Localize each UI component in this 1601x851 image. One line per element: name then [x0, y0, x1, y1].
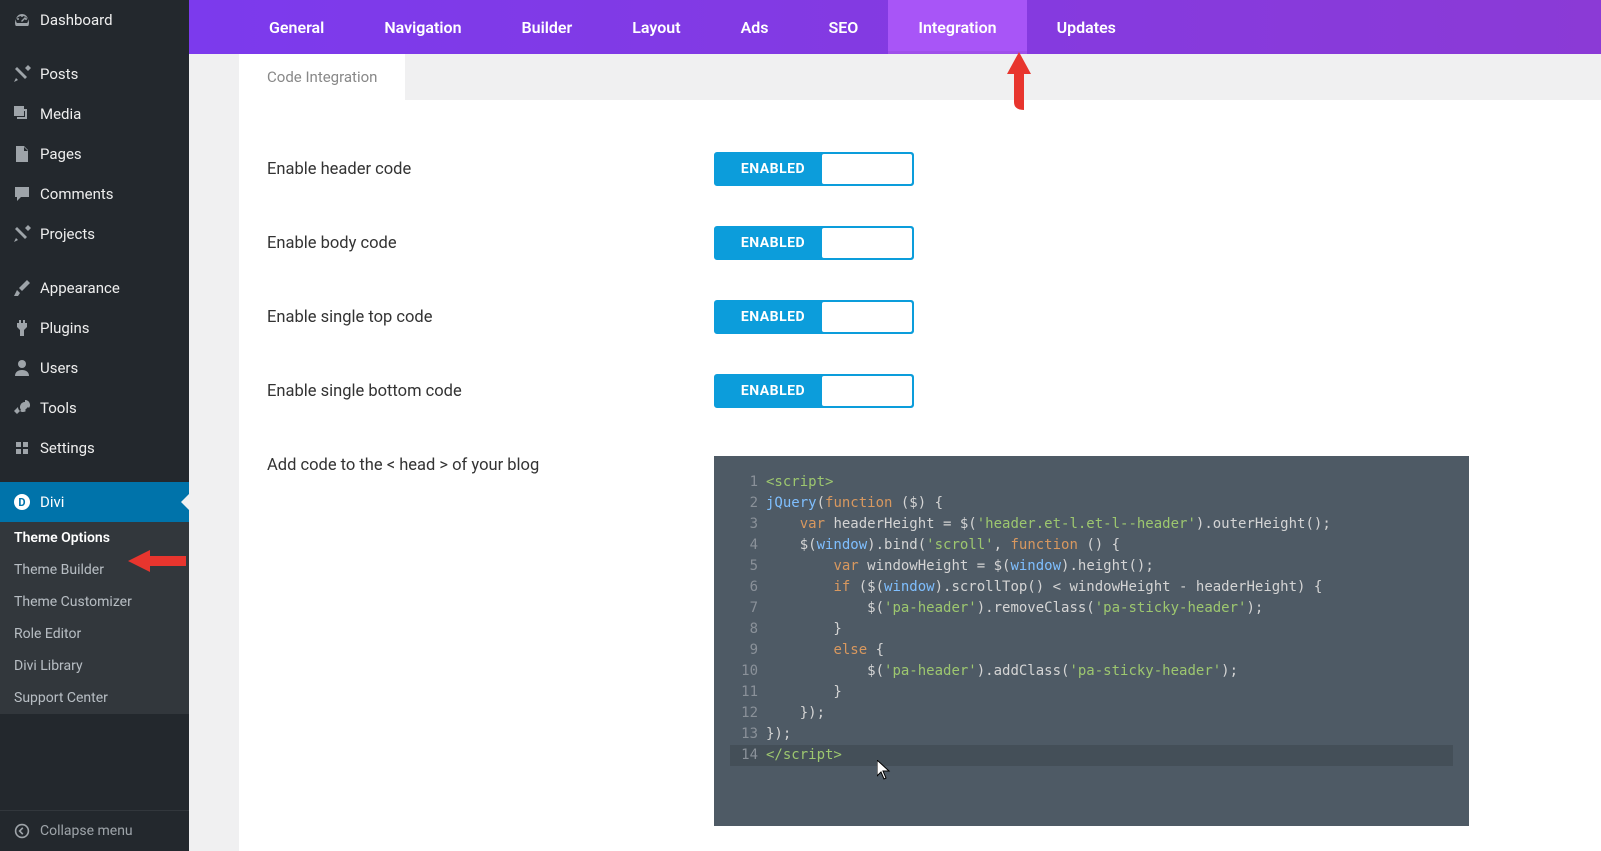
tab-updates[interactable]: Updates: [1027, 0, 1146, 54]
sidebar-label: Projects: [40, 225, 95, 243]
tab-layout[interactable]: Layout: [602, 0, 710, 54]
sidebar-label: Appearance: [40, 279, 120, 297]
sidebar-item-divi[interactable]: D Divi: [0, 482, 189, 522]
code-editor[interactable]: 1<script>2jQuery(function ($) {3 var hea…: [714, 456, 1469, 826]
media-icon: [12, 104, 32, 124]
sidebar-item-settings[interactable]: Settings: [0, 428, 189, 468]
sidebar-item-media[interactable]: Media: [0, 94, 189, 134]
sidebar-label: Divi: [40, 493, 64, 511]
option-label: Enable single top code: [239, 308, 714, 327]
sidebar-label: Plugins: [40, 319, 89, 337]
option-single-bottom-code: Enable single bottom code ENABLED: [239, 354, 1551, 428]
pin-icon: [12, 64, 32, 84]
tab-builder[interactable]: Builder: [492, 0, 603, 54]
sidebar-item-users[interactable]: Users: [0, 348, 189, 388]
option-label: Add code to the < head > of your blog: [239, 456, 714, 475]
option-single-top-code: Enable single top code ENABLED: [239, 280, 1551, 354]
option-label: Enable header code: [239, 160, 714, 179]
tab-seo[interactable]: SEO: [799, 0, 889, 54]
submenu-theme-options[interactable]: Theme Options: [0, 522, 189, 554]
sidebar-item-appearance[interactable]: Appearance: [0, 268, 189, 308]
sidebar-item-comments[interactable]: Comments: [0, 174, 189, 214]
submenu-role-editor[interactable]: Role Editor: [0, 618, 189, 650]
tab-navigation[interactable]: Navigation: [354, 0, 491, 54]
submenu-divi-library[interactable]: Divi Library: [0, 650, 189, 682]
admin-sidebar: Dashboard Posts Media Pages Comments Pro…: [0, 0, 189, 851]
toggle-text: ENABLED: [716, 383, 822, 399]
brush-icon: [12, 278, 32, 298]
option-label: Enable single bottom code: [239, 382, 714, 401]
submenu-theme-builder[interactable]: Theme Builder: [0, 554, 189, 586]
collapse-icon: [12, 821, 32, 841]
settings-icon: [12, 438, 32, 458]
sidebar-item-projects[interactable]: Projects: [0, 214, 189, 254]
option-body-code: Enable body code ENABLED: [239, 206, 1551, 280]
toggle-single-top-code[interactable]: ENABLED: [714, 300, 914, 334]
comment-icon: [12, 184, 32, 204]
sidebar-label: Dashboard: [40, 11, 113, 29]
svg-text:D: D: [18, 496, 25, 509]
sidebar-label: Settings: [40, 439, 95, 457]
divi-icon: D: [12, 492, 32, 512]
dashboard-icon: [12, 10, 32, 30]
toggle-body-code[interactable]: ENABLED: [714, 226, 914, 260]
submenu-theme-customizer[interactable]: Theme Customizer: [0, 586, 189, 618]
sub-tab-row: Code Integration: [189, 54, 1601, 100]
sidebar-item-plugins[interactable]: Plugins: [0, 308, 189, 348]
option-header-code: Enable header code ENABLED: [239, 132, 1551, 206]
sidebar-item-dashboard[interactable]: Dashboard: [0, 0, 189, 40]
sidebar-label: Pages: [40, 145, 82, 163]
page-icon: [12, 144, 32, 164]
sidebar-label: Posts: [40, 65, 78, 83]
toggle-text: ENABLED: [716, 161, 822, 177]
sidebar-label: Comments: [40, 185, 114, 203]
tab-general[interactable]: General: [239, 0, 354, 54]
sub-tab-code-integration[interactable]: Code Integration: [239, 54, 405, 100]
tab-ads[interactable]: Ads: [711, 0, 799, 54]
top-tabs: General Navigation Builder Layout Ads SE…: [189, 0, 1601, 54]
pin-icon: [12, 224, 32, 244]
option-head-code: Add code to the < head > of your blog 1<…: [239, 428, 1551, 846]
toggle-text: ENABLED: [716, 235, 822, 251]
sidebar-item-tools[interactable]: Tools: [0, 388, 189, 428]
collapse-label: Collapse menu: [40, 823, 133, 839]
wrench-icon: [12, 398, 32, 418]
sidebar-item-pages[interactable]: Pages: [0, 134, 189, 174]
collapse-menu[interactable]: Collapse menu: [0, 810, 189, 851]
user-icon: [12, 358, 32, 378]
toggle-single-bottom-code[interactable]: ENABLED: [714, 374, 914, 408]
sidebar-label: Users: [40, 359, 78, 377]
sidebar-label: Tools: [40, 399, 77, 417]
main-content: General Navigation Builder Layout Ads SE…: [189, 0, 1601, 851]
plugin-icon: [12, 318, 32, 338]
toggle-handle: [822, 154, 912, 184]
option-label: Enable body code: [239, 234, 714, 253]
options-panel: Enable header code ENABLED Enable body c…: [239, 100, 1601, 851]
sidebar-label: Media: [40, 105, 81, 123]
toggle-handle: [822, 302, 912, 332]
submenu-support-center[interactable]: Support Center: [0, 682, 189, 714]
toggle-header-code[interactable]: ENABLED: [714, 152, 914, 186]
toggle-handle: [822, 228, 912, 258]
tab-integration[interactable]: Integration: [888, 0, 1026, 54]
toggle-handle: [822, 376, 912, 406]
toggle-text: ENABLED: [716, 309, 822, 325]
sidebar-item-posts[interactable]: Posts: [0, 54, 189, 94]
divi-submenu: Theme Options Theme Builder Theme Custom…: [0, 522, 189, 714]
